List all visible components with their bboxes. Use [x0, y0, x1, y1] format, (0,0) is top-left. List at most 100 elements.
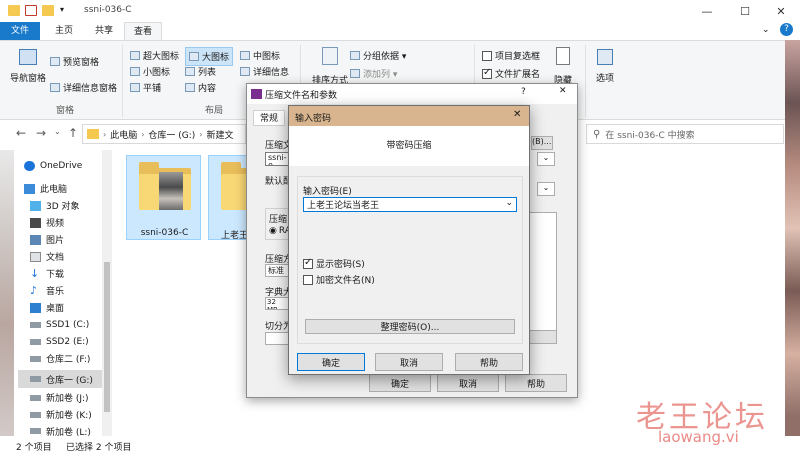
- layout-list[interactable]: 列表: [185, 65, 216, 78]
- up-arrow-icon[interactable]: ↑: [68, 126, 78, 140]
- layout-medium[interactable]: 中图标: [240, 49, 280, 62]
- show-password-label: 显示密码(S): [316, 260, 365, 270]
- encrypt-filenames-checkbox[interactable]: [303, 274, 313, 285]
- password-dialog-title: 输入密码: [295, 114, 332, 124]
- tab-file[interactable]: 文件: [0, 22, 40, 40]
- nav-item-drive-k[interactable]: 新加卷 (K:): [30, 407, 92, 422]
- update-mode-dropdown[interactable]: ⌄: [537, 182, 555, 196]
- organize-passwords-button[interactable]: 整理密码(O)...: [305, 319, 515, 334]
- help-icon[interactable]: ?: [780, 23, 793, 36]
- layout-small[interactable]: 小图标: [130, 65, 170, 78]
- archive-dialog-help-icon[interactable]: ?: [521, 87, 526, 97]
- watermark-url: laowang.vi: [658, 428, 739, 446]
- password-dialog-header: 带密码压缩: [289, 126, 529, 166]
- ribbon-separator: [585, 45, 586, 117]
- tab-general[interactable]: 常规: [253, 110, 285, 126]
- nav-scrollbar[interactable]: [102, 150, 112, 440]
- tab-view[interactable]: 查看: [124, 22, 162, 40]
- item-checkboxes-toggle[interactable]: 项目复选框: [482, 49, 540, 62]
- nav-label: 视频: [46, 219, 65, 229]
- nav-item-drive-j[interactable]: 新加卷 (J:): [30, 390, 89, 405]
- sort-by-button[interactable]: 排序方式: [312, 47, 348, 86]
- new-folder-icon[interactable]: [42, 5, 54, 16]
- show-password-checkbox[interactable]: [303, 257, 313, 269]
- winrar-icon: [251, 89, 262, 99]
- archive-dialog-close-icon[interactable]: ✕: [559, 86, 567, 96]
- nav-item-drive-e[interactable]: SSD2 (E:): [30, 334, 89, 349]
- hide-icon: [556, 47, 570, 65]
- nav-item-drive-g[interactable]: 仓库一 (G:): [18, 370, 110, 388]
- password-help-button[interactable]: 帮助: [455, 353, 523, 371]
- address-field[interactable]: › 此电脑 › 仓库一 (G:) › 新建文: [82, 124, 246, 144]
- file-name: 上老王论: [220, 231, 248, 240]
- customize-qat-icon[interactable]: ▾: [60, 5, 64, 14]
- dictionary-dropdown[interactable]: 32 MB: [265, 297, 289, 310]
- nav-item-drive-l[interactable]: 新加卷 (L:): [30, 426, 91, 436]
- layout-details[interactable]: 详细信息: [240, 65, 289, 78]
- layout-tiles[interactable]: 平铺: [130, 81, 161, 94]
- group-by-button[interactable]: 分组依据 ▾: [350, 49, 406, 62]
- item-checkboxes-checkbox[interactable]: [482, 50, 492, 61]
- method-dropdown[interactable]: 标准: [265, 264, 289, 277]
- recent-locations-icon[interactable]: ⌄: [54, 127, 61, 136]
- encrypt-filenames-label: 加密文件名(N): [316, 276, 375, 286]
- password-dialog-close-icon[interactable]: ✕: [513, 109, 521, 120]
- add-columns-button[interactable]: 添加列 ▾: [350, 67, 397, 80]
- file-extensions-label: 文件扩展名: [495, 70, 541, 80]
- list-icon: [185, 67, 195, 76]
- encrypt-filenames-toggle[interactable]: 加密文件名(N): [303, 273, 375, 286]
- title-bar: ▾ ssni-036-C — ☐ ✕: [0, 0, 800, 22]
- nav-item-music[interactable]: ♪ 音乐: [30, 283, 64, 298]
- password-ok-button[interactable]: 确定: [297, 353, 365, 371]
- tab-share[interactable]: 共享: [85, 22, 123, 40]
- archive-cancel-button[interactable]: 取消: [437, 374, 499, 392]
- options-button[interactable]: 选项: [592, 49, 618, 84]
- tab-home[interactable]: 主页: [45, 22, 83, 40]
- file-extensions-toggle[interactable]: 文件扩展名: [482, 67, 540, 80]
- archive-ok-button[interactable]: 确定: [369, 374, 431, 392]
- preview-pane-button[interactable]: 预览窗格: [50, 55, 99, 68]
- file-extensions-checkbox[interactable]: [482, 67, 492, 79]
- ribbon-expand-icon[interactable]: ⌄: [762, 25, 770, 35]
- nav-scrollbar-thumb[interactable]: [104, 262, 110, 412]
- nav-item-3d-objects[interactable]: 3D 对象: [30, 198, 80, 213]
- nav-item-downloads[interactable]: ↓ 下载: [30, 266, 64, 281]
- layout-large[interactable]: 大图标: [185, 47, 234, 66]
- chevron-down-icon[interactable]: ⌄: [505, 198, 513, 208]
- file-item[interactable]: 上老王论: [208, 155, 248, 240]
- password-cancel-button[interactable]: 取消: [375, 353, 443, 371]
- show-password-toggle[interactable]: 显示密码(S): [303, 257, 365, 270]
- nav-item-drive-c[interactable]: SSD1 (C:): [30, 317, 89, 332]
- layout-extra-large[interactable]: 超大图标: [130, 49, 179, 62]
- password-input[interactable]: 上老王论坛当老王 ⌄: [303, 197, 517, 212]
- layout-content[interactable]: 内容: [185, 81, 216, 94]
- nav-item-desktop[interactable]: 桌面: [30, 300, 64, 315]
- nav-item-videos[interactable]: 视频: [30, 215, 64, 230]
- search-box[interactable]: ⚲ 在 ssni-036-C 中搜索: [586, 124, 784, 144]
- archive-name-field[interactable]: ssni-0:: [265, 152, 289, 166]
- nav-item-drive-f[interactable]: 仓库二 (F:): [30, 351, 90, 366]
- background-photo-strip: [0, 150, 14, 440]
- document-icon: [30, 251, 41, 262]
- details-pane-button[interactable]: 详细信息窗格: [50, 81, 117, 94]
- nav-item-onedrive[interactable]: OneDrive: [24, 158, 82, 173]
- layout-label: 列表: [198, 68, 217, 78]
- hide-selected-button[interactable]: 隐藏: [550, 47, 576, 86]
- breadcrumb-folder[interactable]: 新建文: [207, 128, 234, 141]
- file-item[interactable]: ssni-036-C: [126, 155, 201, 240]
- breadcrumb-drive[interactable]: 仓库一 (G:): [148, 128, 195, 141]
- close-button[interactable]: ✕: [758, 0, 800, 22]
- breadcrumb-this-pc[interactable]: 此电脑: [110, 128, 137, 141]
- nav-item-this-pc[interactable]: 此电脑: [24, 181, 67, 196]
- archive-name-dropdown[interactable]: ⌄: [537, 152, 555, 166]
- archive-help-button[interactable]: 帮助: [505, 374, 567, 392]
- forward-arrow-icon[interactable]: →: [36, 126, 46, 140]
- nav-label: 3D 对象: [46, 202, 80, 212]
- navigation-pane-button[interactable]: 导航窗格: [8, 47, 48, 97]
- back-arrow-icon[interactable]: ←: [16, 126, 26, 140]
- nav-item-pictures[interactable]: 图片: [30, 232, 64, 247]
- browse-button[interactable]: (B)...: [531, 136, 553, 150]
- item-checkboxes-label: 项目复选框: [495, 52, 541, 62]
- nav-item-documents[interactable]: 文档: [30, 249, 64, 264]
- properties-icon[interactable]: [25, 5, 37, 16]
